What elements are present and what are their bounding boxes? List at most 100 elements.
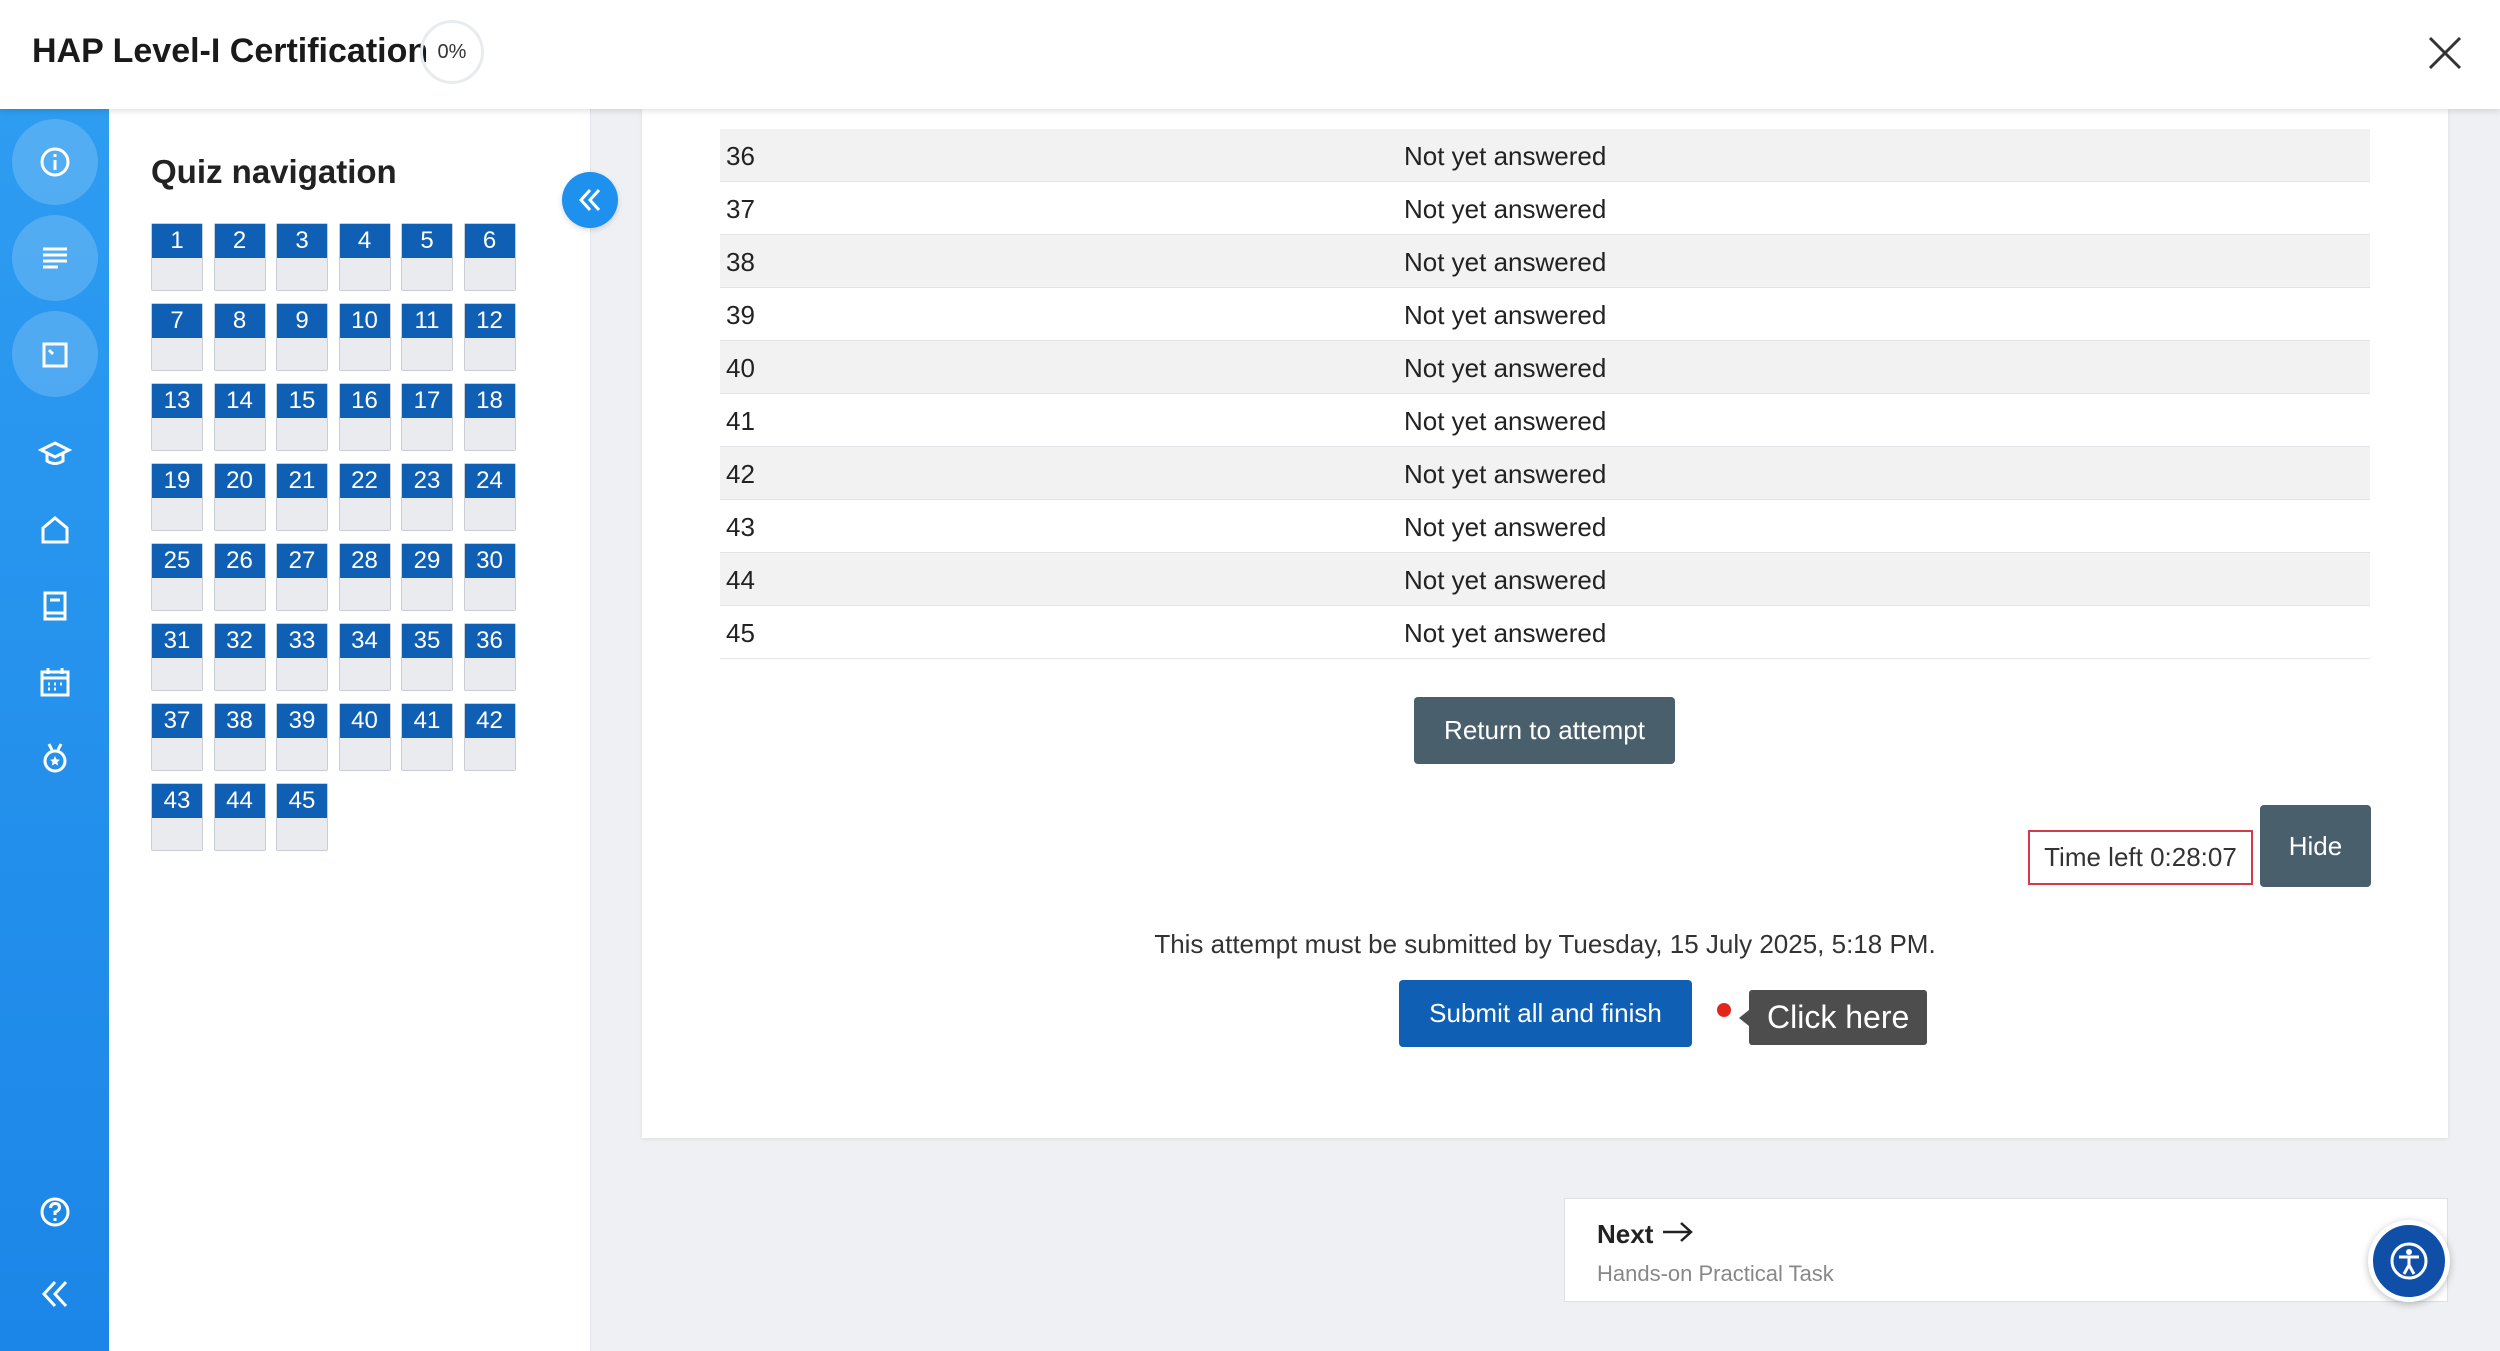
question-button[interactable]: 1 [151,223,203,291]
question-button[interactable]: 20 [213,463,266,531]
question-button[interactable]: 13 [151,383,203,451]
question-button[interactable]: 40 [338,703,391,771]
question-number: 43 [152,784,202,818]
badge-icon[interactable] [30,733,80,783]
question-number-cell: 39 [726,300,755,330]
question-button[interactable]: 25 [151,543,203,611]
question-button[interactable]: 38 [213,703,266,771]
hide-timer-button[interactable]: Hide [2260,805,2371,887]
question-number: 34 [339,624,390,658]
accessibility-icon [2390,1242,2428,1280]
question-button[interactable]: 23 [401,463,453,531]
question-button[interactable]: 32 [213,623,266,691]
quiz-navigation-panel: Quiz navigation 1 2 3 4 5 6 7 8 9 10 11 12 13 14 15 16 1… [109,109,591,1351]
status-cell: Not yet answered [1404,459,1607,489]
submit-all-and-finish-button[interactable]: Submit all and finish [1399,980,1692,1047]
question-button[interactable]: 24 [463,463,516,531]
question-button[interactable]: 4 [338,223,391,291]
question-button[interactable]: 35 [401,623,453,691]
question-number: 24 [464,464,515,498]
table-row: 39 Not yet answered [720,288,2370,341]
course-title: HAP Level-I Certification [32,32,429,70]
question-number: 37 [152,704,202,738]
question-button[interactable]: 39 [276,703,328,771]
accessibility-button[interactable] [2368,1220,2450,1302]
question-button[interactable]: 43 [151,783,203,851]
question-button[interactable]: 15 [276,383,328,451]
question-number: 1 [152,224,202,258]
question-number: 7 [152,304,202,338]
question-button[interactable]: 19 [151,463,203,531]
question-button[interactable]: 8 [213,303,266,371]
return-to-attempt-button[interactable]: Return to attempt [1414,697,1675,764]
question-button[interactable]: 37 [151,703,203,771]
question-number-cell: 45 [726,618,755,648]
question-number: 8 [214,304,265,338]
question-number-cell: 43 [726,512,755,542]
question-number: 17 [402,384,452,418]
question-button[interactable]: 3 [276,223,328,291]
table-row: 43 Not yet answered [720,500,2370,553]
question-number-cell: 40 [726,353,755,383]
question-button[interactable]: 7 [151,303,203,371]
status-cell: Not yet answered [1404,353,1607,383]
question-button[interactable]: 14 [213,383,266,451]
question-number: 26 [214,544,265,578]
question-button[interactable]: 29 [401,543,453,611]
question-button[interactable]: 30 [463,543,516,611]
status-cell: Not yet answered [1404,194,1607,224]
question-number: 10 [339,304,390,338]
double-chevron-left-icon [578,188,601,212]
question-button[interactable]: 26 [213,543,266,611]
question-button[interactable]: 9 [276,303,328,371]
book-icon[interactable] [30,581,80,631]
question-button[interactable]: 21 [276,463,328,531]
question-button[interactable]: 44 [213,783,266,851]
help-icon[interactable] [30,1187,80,1237]
status-cell: Not yet answered [1404,618,1607,648]
question-button[interactable]: 5 [401,223,453,291]
collapse-panel-button[interactable] [562,172,618,228]
question-button[interactable]: 10 [338,303,391,371]
quiz-icon[interactable] [12,311,98,397]
info-icon[interactable] [12,119,98,205]
quiz-navigation-title: Quiz navigation [151,153,397,190]
question-button[interactable]: 12 [463,303,516,371]
question-button[interactable]: 17 [401,383,453,451]
question-button[interactable]: 36 [463,623,516,691]
table-row: 41 Not yet answered [720,394,2370,447]
question-number: 44 [214,784,265,818]
question-button[interactable]: 42 [463,703,516,771]
question-button[interactable]: 2 [213,223,266,291]
home-icon[interactable] [30,505,80,555]
collapse-sidebar-icon[interactable] [30,1269,80,1319]
question-button[interactable]: 34 [338,623,391,691]
close-icon[interactable] [2420,28,2470,78]
question-button[interactable]: 33 [276,623,328,691]
question-button[interactable]: 31 [151,623,203,691]
question-button[interactable]: 6 [463,223,516,291]
question-number: 16 [339,384,390,418]
question-button[interactable]: 28 [338,543,391,611]
question-number-cell: 41 [726,406,755,436]
question-button[interactable]: 27 [276,543,328,611]
graduation-cap-icon[interactable] [30,429,80,479]
next-activity-card[interactable]: Next Hands-on Practical Task [1564,1198,2448,1302]
question-button[interactable]: 41 [401,703,453,771]
time-left-display: Time left 0:28:07 [2028,830,2253,885]
question-number: 14 [214,384,265,418]
question-number: 20 [214,464,265,498]
question-button[interactable]: 45 [276,783,328,851]
status-cell: Not yet answered [1404,565,1607,595]
contents-icon[interactable] [12,215,98,301]
summary-card: 36 Not yet answered 37 Not yet answered 38 No… [642,109,2448,1138]
question-button[interactable]: 11 [401,303,453,371]
calendar-icon[interactable] [30,657,80,707]
question-number: 3 [277,224,327,258]
question-button[interactable]: 16 [338,383,391,451]
progress-indicator: 0% [420,20,484,84]
question-button[interactable]: 22 [338,463,391,531]
question-button[interactable]: 18 [463,383,516,451]
question-number: 39 [277,704,327,738]
table-row: 37 Not yet answered [720,182,2370,235]
